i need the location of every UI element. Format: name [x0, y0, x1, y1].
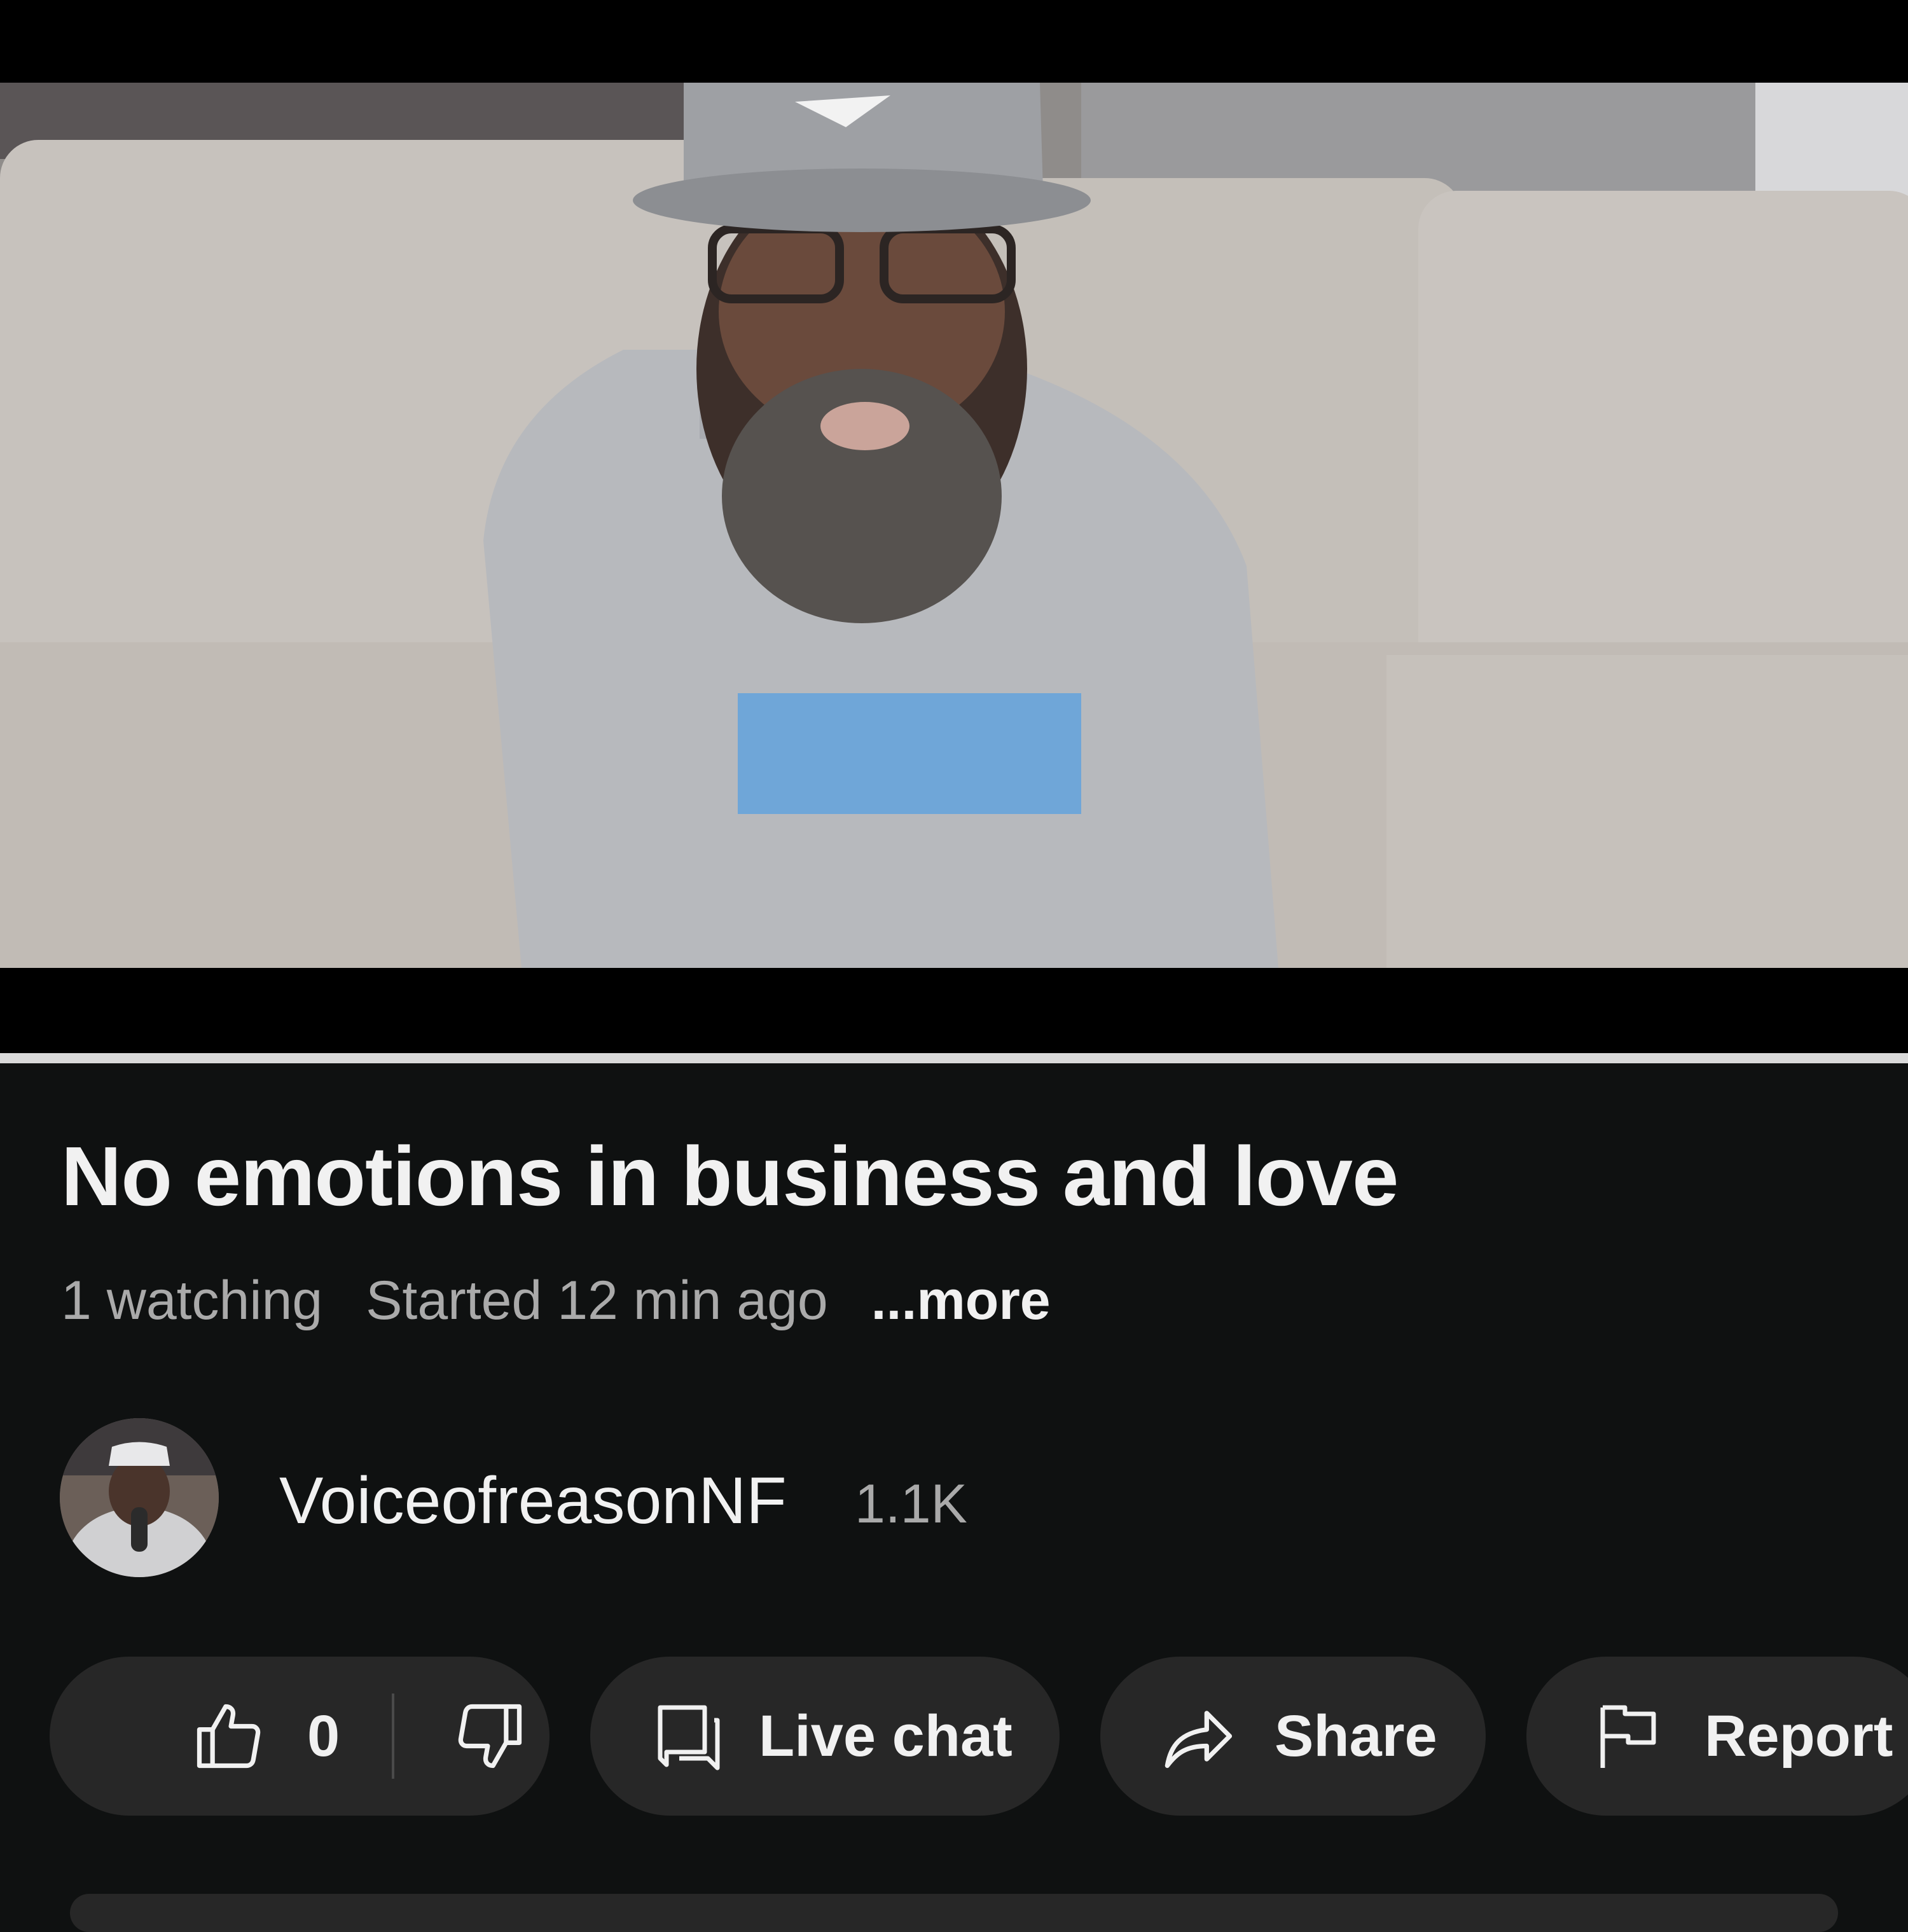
share-button[interactable]: Share: [1100, 1657, 1486, 1816]
live-chat-label: Live chat: [759, 1703, 1013, 1769]
video-progress-bar[interactable]: [0, 1053, 1908, 1063]
like-dislike-pill: 0: [50, 1657, 550, 1816]
video-meta[interactable]: 1 watching Started 12 min ago ...more: [61, 1266, 1051, 1335]
report-button[interactable]: Report: [1526, 1657, 1908, 1816]
share-arrow-icon: [1161, 1697, 1240, 1776]
channel-avatar[interactable]: [60, 1418, 219, 1577]
thumbs-up-icon: [190, 1697, 268, 1776]
thumbs-down-icon: [450, 1697, 529, 1776]
like-button[interactable]: [126, 1657, 303, 1816]
like-divider: [392, 1694, 394, 1779]
video-player[interactable]: [0, 0, 1908, 1056]
video-frame[interactable]: [0, 83, 1908, 968]
channel-name[interactable]: VoiceofreasonNF: [279, 1463, 787, 1539]
like-count: 0: [307, 1704, 340, 1769]
started-time: Started 12 min ago: [366, 1270, 828, 1331]
live-chat-button[interactable]: Live chat: [590, 1657, 1060, 1816]
video-still-image: [0, 83, 1908, 968]
comments-preview-edge[interactable]: [70, 1894, 1838, 1932]
dislike-button[interactable]: [450, 1657, 529, 1816]
share-label: Share: [1275, 1703, 1437, 1769]
chat-bubble-icon: [654, 1697, 724, 1776]
report-label: Report: [1704, 1703, 1893, 1769]
flag-icon: [1596, 1701, 1660, 1771]
more-link[interactable]: ...more: [871, 1270, 1051, 1331]
channel-row[interactable]: VoiceofreasonNF 1.1K: [60, 1418, 1841, 1577]
subscriber-count: 1.1K: [855, 1473, 967, 1535]
watching-count: 1 watching: [61, 1270, 323, 1331]
video-title: No emotions in business and love: [61, 1129, 1399, 1223]
action-bar: 0 Live chat Share Report: [0, 1657, 1908, 1816]
